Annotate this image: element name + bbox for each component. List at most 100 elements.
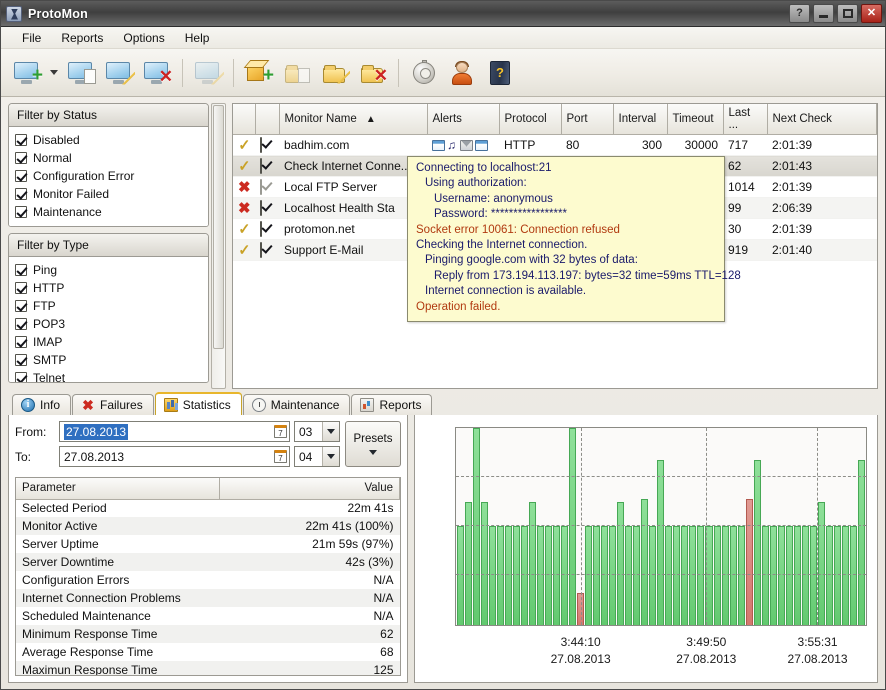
checkbox-icon[interactable] (260, 242, 262, 258)
from-date-input[interactable]: 27.08.2013 7 (59, 421, 290, 442)
copy-monitor-button[interactable] (63, 53, 99, 93)
edit-group-button[interactable] (317, 53, 353, 93)
row-enabled[interactable] (255, 239, 279, 261)
col-next-check[interactable]: Next Check (767, 104, 877, 135)
checkbox-icon[interactable] (15, 354, 27, 366)
checkbox-icon[interactable] (260, 137, 262, 153)
table-row[interactable]: ✓ badhim.com ♫ HTTP 80 300 30000 717 2:0… (233, 134, 877, 156)
row-enabled[interactable] (255, 176, 279, 198)
col-protocol[interactable]: Protocol (499, 104, 562, 135)
col-alerts[interactable]: Alerts (427, 104, 500, 135)
checkbox-icon[interactable] (15, 170, 27, 182)
presets-button[interactable]: Presets (345, 421, 401, 467)
filter-status-monitor-failed[interactable]: Monitor Failed (15, 185, 202, 203)
chevron-down-icon[interactable] (322, 422, 339, 441)
close-button[interactable]: ✕ (861, 4, 882, 23)
checkbox-icon[interactable] (15, 264, 27, 276)
add-monitor-dropdown[interactable] (47, 53, 61, 93)
toolbar-separator-2 (233, 58, 234, 87)
col-enabled[interactable] (255, 104, 280, 135)
tab-reports[interactable]: Reports (351, 394, 433, 415)
filter-type-ftp[interactable]: FTP (15, 297, 202, 315)
edit-monitor-button[interactable] (101, 53, 137, 93)
delete-monitor-button[interactable]: ✕ (139, 53, 175, 93)
table-row[interactable]: Scheduled Maintenance N/A (16, 607, 400, 625)
checkbox-icon[interactable] (260, 158, 262, 174)
tab-maintenance[interactable]: Maintenance (242, 394, 351, 415)
menu-reports[interactable]: Reports (52, 29, 112, 47)
copy-group-button[interactable] (279, 53, 315, 93)
alert-mail-icon (460, 139, 473, 151)
filter-type-pop3[interactable]: POP3 (15, 315, 202, 333)
to-date-input[interactable]: 27.08.2013 7 (59, 446, 290, 467)
maximize-button[interactable] (837, 4, 858, 23)
checkbox-icon[interactable] (15, 372, 27, 382)
filter-status-disabled[interactable]: Disabled (15, 131, 202, 149)
row-enabled[interactable] (255, 197, 279, 219)
row-enabled[interactable] (255, 155, 279, 177)
filter-type-http[interactable]: HTTP (15, 279, 202, 297)
checkbox-icon[interactable] (260, 179, 262, 195)
calendar-icon[interactable]: 7 (274, 425, 287, 438)
calendar-icon[interactable]: 7 (274, 450, 287, 463)
table-row[interactable]: Server Uptime 21m 59s (97%) (16, 535, 400, 553)
chevron-down-icon[interactable] (322, 447, 339, 466)
col-interval[interactable]: Interval (613, 104, 668, 135)
filter-type-telnet[interactable]: Telnet (15, 369, 202, 382)
menu-help[interactable]: Help (176, 29, 219, 47)
menu-file[interactable]: File (13, 29, 50, 47)
table-row[interactable]: Average Response Time 68 (16, 643, 400, 661)
col-value[interactable]: Value (219, 478, 400, 500)
row-enabled[interactable] (255, 218, 279, 240)
table-row[interactable]: Selected Period 22m 41s (16, 499, 400, 517)
col-timeout[interactable]: Timeout (667, 104, 724, 135)
help-button[interactable]: ? (482, 53, 518, 93)
support-button[interactable] (444, 53, 480, 93)
to-hour-spinner[interactable]: 04 (294, 446, 340, 467)
col-parameter[interactable]: Parameter (16, 478, 220, 500)
menu-options[interactable]: Options (114, 29, 173, 47)
checkbox-icon[interactable] (15, 336, 27, 348)
filter-status-normal[interactable]: Normal (15, 149, 202, 167)
add-group-button[interactable]: + (241, 53, 277, 93)
checkbox-icon[interactable] (15, 134, 27, 146)
from-hour-spinner[interactable]: 03 (294, 421, 340, 442)
duplicate-monitor-button[interactable] (190, 53, 226, 93)
table-row[interactable]: Configuration Errors N/A (16, 571, 400, 589)
sidebar-scrollbar-thumb[interactable] (213, 105, 224, 350)
filter-type-smtp[interactable]: SMTP (15, 351, 202, 369)
chart-bar (529, 502, 537, 625)
checkbox-icon[interactable] (15, 282, 27, 294)
tab-failures[interactable]: ✖ Failures (72, 394, 154, 415)
sidebar-scrollbar[interactable] (211, 103, 226, 389)
table-row[interactable]: Maximun Response Time 125 (16, 661, 400, 675)
checkbox-icon[interactable] (260, 200, 262, 216)
col-last[interactable]: Last ... (723, 104, 768, 135)
checkbox-icon[interactable] (260, 221, 262, 237)
table-row[interactable]: Minimum Response Time 62 (16, 625, 400, 643)
table-row[interactable]: Internet Connection Problems N/A (16, 589, 400, 607)
checkbox-icon[interactable] (15, 206, 27, 218)
checkbox-icon[interactable] (15, 152, 27, 164)
delete-group-button[interactable]: ✕ (355, 53, 391, 93)
col-status[interactable] (233, 104, 256, 135)
tab-label: Maintenance (270, 398, 340, 412)
col-port[interactable]: Port (561, 104, 614, 135)
filter-status-maintenance[interactable]: Maintenance (15, 203, 202, 221)
filter-type-imap[interactable]: IMAP (15, 333, 202, 351)
table-row[interactable]: Monitor Active 22m 41s (100%) (16, 517, 400, 535)
col-monitor-name[interactable]: Monitor Name ▲ (279, 104, 428, 135)
tab-statistics[interactable]: Statistics (154, 392, 242, 415)
tab-info[interactable]: Info (12, 394, 72, 415)
help-titlebar-button[interactable]: ? (789, 4, 810, 23)
checkbox-icon[interactable] (15, 300, 27, 312)
row-enabled[interactable] (255, 134, 279, 156)
minimize-button[interactable] (813, 4, 834, 23)
add-monitor-button[interactable]: + (9, 53, 45, 93)
filter-type-ping[interactable]: Ping (15, 261, 202, 279)
checkbox-icon[interactable] (15, 188, 27, 200)
table-row[interactable]: Server Downtime 42s (3%) (16, 553, 400, 571)
checkbox-icon[interactable] (15, 318, 27, 330)
filter-status-configuration-error[interactable]: Configuration Error (15, 167, 202, 185)
options-button[interactable] (406, 53, 442, 93)
